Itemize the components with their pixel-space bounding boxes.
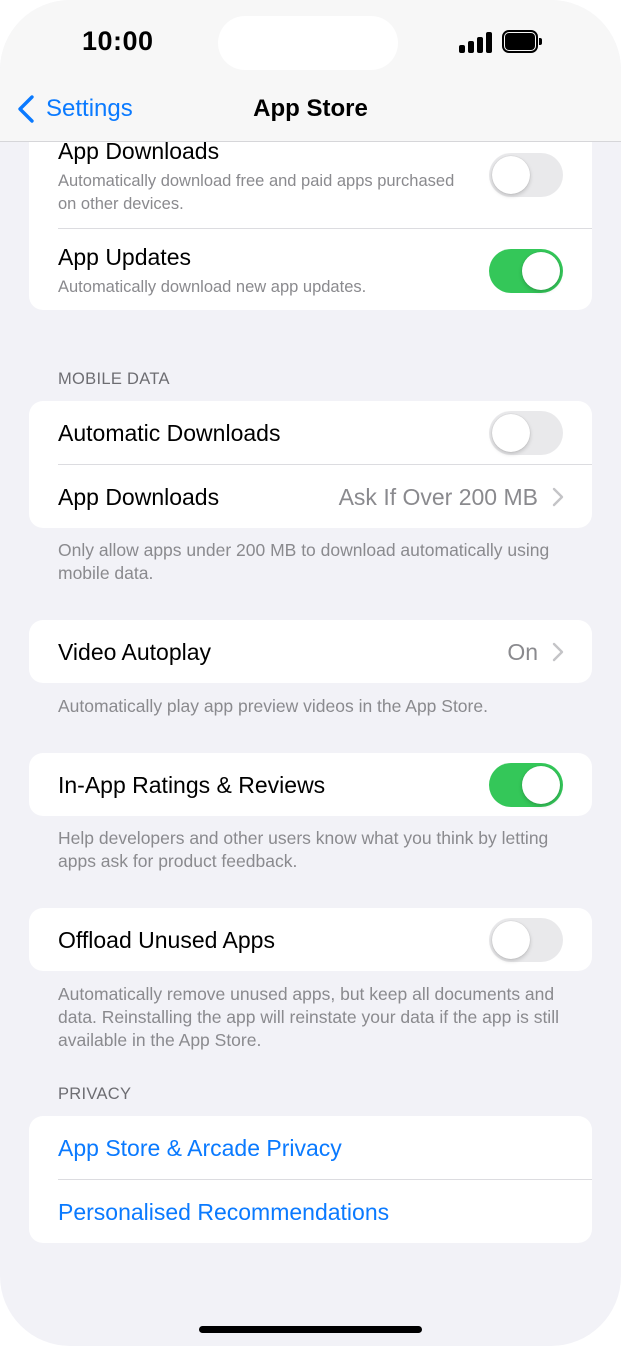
toggle-knob xyxy=(492,921,530,959)
app-updates-label: App Updates xyxy=(58,244,191,270)
app-downloads-subtitle: Automatically download free and paid app… xyxy=(58,172,455,213)
mobile-data-card: Automatic Downloads App Downloads Ask If… xyxy=(29,401,592,528)
automatic-downloads-label: Automatic Downloads xyxy=(58,420,281,446)
home-indicator[interactable] xyxy=(199,1326,422,1333)
video-autoplay-card: Video Autoplay On xyxy=(29,620,592,683)
mobile-app-downloads-label: App Downloads xyxy=(58,484,220,510)
app-downloads-toggle[interactable] xyxy=(489,153,563,197)
toggle-knob xyxy=(492,156,530,194)
navigation-bar: 10:00 Settings App Store xyxy=(0,0,621,142)
toggle-knob xyxy=(492,414,530,452)
automatic-downloads-toggle[interactable] xyxy=(489,411,563,455)
toggle-knob xyxy=(522,766,560,804)
privacy-item[interactable]: App Store & Arcade Privacy xyxy=(29,1116,592,1179)
battery-icon xyxy=(502,30,542,53)
offload-label: Offload Unused Apps xyxy=(58,927,275,953)
toggle-knob xyxy=(522,252,560,290)
privacy-item[interactable]: Personalised Recommendations xyxy=(29,1180,592,1243)
video-autoplay-row[interactable]: Video Autoplay On xyxy=(29,620,592,683)
offload-footer: Automatically remove unused apps, but ke… xyxy=(58,984,559,1050)
ratings-footer: Help developers and other users know wha… xyxy=(58,828,549,871)
ratings-label: In-App Ratings & Reviews xyxy=(58,772,326,798)
offload-toggle[interactable] xyxy=(489,918,563,962)
mobile-data-footer: Only allow apps under 200 MB to download… xyxy=(58,540,550,583)
privacy-header: PRIVACY xyxy=(58,1085,132,1103)
phone-screen: App Downloads Automatically download fre… xyxy=(0,0,621,1346)
ratings-card: In-App Ratings & Reviews xyxy=(29,753,592,816)
app-updates-row[interactable]: App Updates Automatically download new a… xyxy=(29,228,592,310)
automatic-downloads-row[interactable]: Automatic Downloads xyxy=(29,401,592,464)
status-time: 10:00 xyxy=(82,26,154,56)
ratings-toggle[interactable] xyxy=(489,763,563,807)
mobile-app-downloads-value: Ask If Over 200 MB xyxy=(338,484,538,510)
privacy-card: App Store & Arcade Privacy Personalised … xyxy=(29,1116,592,1243)
mobile-data-header: MOBILE DATA xyxy=(58,370,170,388)
personalised-recommendations-link[interactable]: Personalised Recommendations xyxy=(58,1199,389,1226)
video-autoplay-value: On xyxy=(507,639,538,665)
offload-row[interactable]: Offload Unused Apps xyxy=(29,908,592,971)
cellular-signal-icon xyxy=(459,31,493,53)
dynamic-island xyxy=(218,16,398,70)
chevron-right-icon xyxy=(552,642,564,662)
mobile-app-downloads-row[interactable]: App Downloads Ask If Over 200 MB xyxy=(29,465,592,528)
app-downloads-label: App Downloads xyxy=(58,138,220,164)
offload-card: Offload Unused Apps xyxy=(29,908,592,971)
page-title: App Store xyxy=(253,95,368,122)
app-updates-subtitle: Automatically download new app updates. xyxy=(58,278,367,296)
video-autoplay-label: Video Autoplay xyxy=(58,639,212,665)
app-updates-toggle[interactable] xyxy=(489,249,563,293)
arcade-privacy-link[interactable]: App Store & Arcade Privacy xyxy=(58,1135,342,1162)
ratings-row[interactable]: In-App Ratings & Reviews xyxy=(29,753,592,816)
video-autoplay-footer: Automatically play app preview videos in… xyxy=(58,696,488,716)
chevron-right-icon xyxy=(552,487,564,507)
